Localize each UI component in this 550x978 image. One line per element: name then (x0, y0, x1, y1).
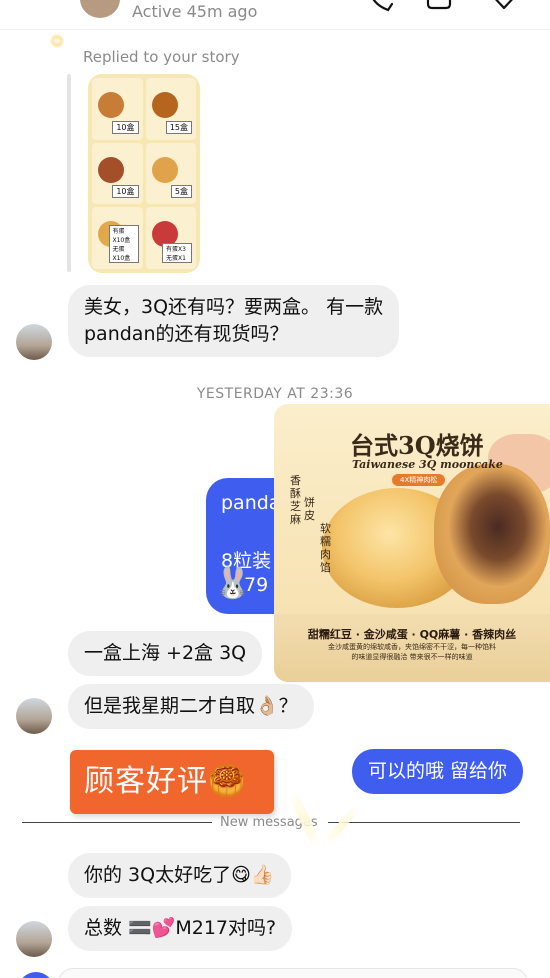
message-text: pandan的还有现货吗？ (84, 323, 289, 345)
message-text: panda (221, 492, 281, 514)
back-arrow-icon[interactable] (30, 0, 52, 8)
mooncake-promo-image[interactable]: 台式3Q烧饼 Taiwanese 3Q mooncake 4X精神肉松 香酥芝麻… (274, 404, 550, 682)
message-composer[interactable] (58, 968, 528, 978)
timestamp: YESTERDAY AT 23:36 (196, 386, 354, 402)
message-text: 一盒上海 +2盒 3Q (84, 642, 247, 664)
message-text: 但是我星期二才自取👌🏼？ (84, 695, 298, 717)
promo-pill: 4X精神肉松 (392, 474, 446, 486)
outgoing-message[interactable]: 可以的哦 留给你 (352, 749, 524, 794)
chat-header: Active 45m ago (0, 0, 550, 30)
promo-side-text: 饼皮 (304, 496, 315, 522)
mooncake-cut-image (434, 464, 550, 604)
message-text: 79 (244, 574, 269, 596)
divider (22, 822, 212, 823)
promo-side-text: 香酥芝麻 (290, 474, 301, 526)
divider (328, 822, 520, 823)
video-camera-icon[interactable] (426, 0, 456, 12)
light-glow (50, 34, 64, 48)
camera-button[interactable] (18, 972, 54, 978)
active-status: Active 45m ago (132, 2, 258, 21)
message-text: 可以的哦 留给你 (368, 760, 508, 782)
story-grid-cell: 15盒 (145, 78, 196, 140)
story-grid-cell: 10盒 (92, 78, 143, 140)
story-grid-cell: 10盒 (92, 142, 143, 205)
reply-quote-bar (67, 74, 71, 272)
incoming-message[interactable]: 一盒上海 +2盒 3Q (68, 631, 263, 676)
incoming-message[interactable]: 美女，3Q还有吗？要两盒。 有一款 pandan的还有现货吗？ (68, 285, 400, 357)
review-sticker[interactable]: 顾客好评🥮 (70, 750, 274, 814)
contact-avatar[interactable] (16, 698, 52, 734)
story-grid-cell: 有蛋X3 无蛋X1 (145, 207, 196, 269)
light-streak (322, 803, 362, 847)
promo-subtitle: Taiwanese 3Q mooncake (352, 458, 503, 471)
incoming-message[interactable]: 你的 3Q太好吃了😋👍🏻 (68, 853, 291, 898)
incoming-message[interactable]: 总数 🟰💕M217对吗? (68, 906, 293, 951)
contact-avatar[interactable] (80, 0, 120, 18)
promo-side-text: 软糯肉馅 (320, 522, 331, 574)
phone-icon[interactable] (366, 0, 394, 12)
incoming-message[interactable]: 但是我星期二才自取👌🏼？ (68, 684, 314, 729)
story-grid-cell: 有蛋 X10盒 无蛋 X10盒 (92, 207, 143, 269)
story-thumbnail[interactable]: 10盒 15盒 10盒 5盒 有蛋 X10盒 无蛋 X10盒 有蛋X3 无蛋X1 (88, 74, 200, 273)
story-grid-cell: 5盒 (145, 142, 196, 205)
promo-title: 台式3Q烧饼 (350, 431, 484, 460)
message-text: 美女，3Q还有吗？要两盒。 有一款 (84, 296, 384, 318)
contact-avatar[interactable] (16, 921, 52, 957)
message-text: 总数 🟰💕M217对吗? (84, 917, 277, 939)
message-text: 你的 3Q太好吃了😋👍🏻 (84, 864, 275, 886)
replied-to-story-label: Replied to your story (83, 48, 240, 66)
promo-description: 金沙咸蛋黄的绵软咸香，夹馅绵密不干涩，每一种馅料 的味道显得很融洽 带来很不一样… (328, 643, 496, 661)
contact-avatar[interactable] (16, 324, 52, 360)
heart-icon[interactable] (489, 0, 519, 12)
promo-flavors: 甜糯红豆 · 金沙咸蛋 · QQ麻薯 · 香辣肉丝 (307, 628, 517, 641)
